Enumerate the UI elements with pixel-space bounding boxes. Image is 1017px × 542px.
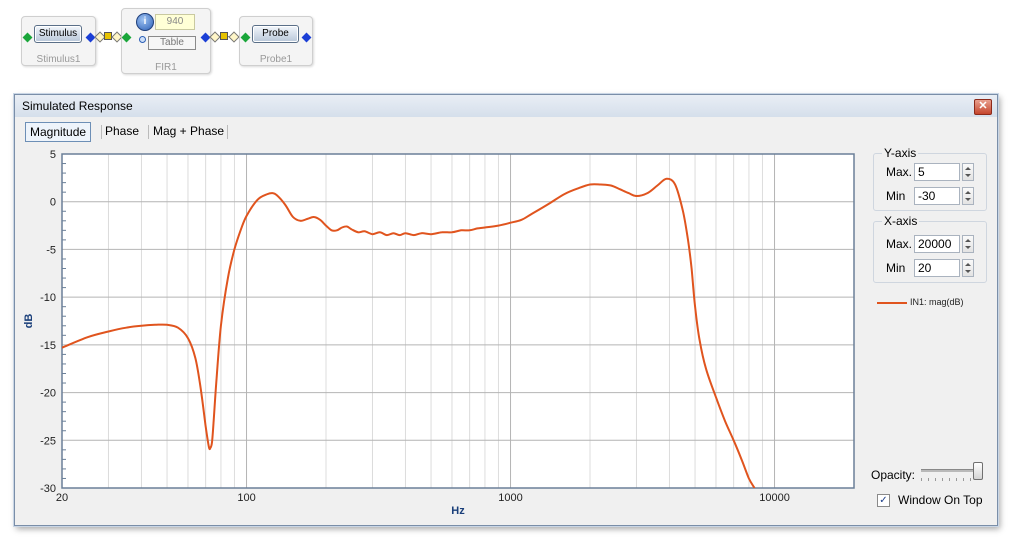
info-icon[interactable]: i: [136, 13, 154, 31]
y-tick-label: -10: [40, 292, 56, 304]
y-min-label: Min: [886, 189, 906, 203]
fir-value-field[interactable]: 940: [155, 14, 195, 30]
close-icon[interactable]: ✕: [974, 99, 992, 115]
legend-label: IN1: mag(dB): [910, 297, 964, 307]
x-max-input[interactable]: 20000: [914, 235, 960, 253]
y-axis-group-title: Y-axis: [882, 146, 919, 160]
legend-swatch: [877, 301, 907, 304]
probe-output-pin-icon[interactable]: [301, 32, 312, 43]
x-axis-group-title: X-axis: [882, 214, 920, 228]
opacity-label: Opacity:: [871, 468, 916, 482]
stimulus-block[interactable]: Stimulus Stimulus1: [21, 16, 96, 66]
y-tick-label: -20: [40, 388, 56, 400]
y-min-input[interactable]: -30: [914, 187, 960, 205]
window-titlebar[interactable]: Simulated Response ✕: [15, 95, 997, 117]
x-tick-label: 1000: [498, 492, 522, 504]
x-tick-label: 10000: [759, 492, 790, 504]
spin-up-icon[interactable]: [965, 263, 971, 266]
spin-down-icon[interactable]: [965, 246, 971, 249]
wire-connector-icon: [209, 31, 221, 43]
stimulus-button[interactable]: Stimulus: [34, 25, 82, 43]
y-axis-title: dB: [23, 314, 35, 329]
y-tick-label: -5: [46, 244, 56, 256]
fir-block[interactable]: i 940 Table FIR1: [121, 8, 211, 74]
spin-up-icon[interactable]: [965, 167, 971, 170]
simulated-response-window: Simulated Response ✕ Magnitude Phase Mag…: [14, 94, 998, 526]
window-on-top-label[interactable]: Window On Top: [898, 493, 983, 507]
y-min-spinner[interactable]: [962, 187, 974, 205]
window-on-top-checkbox[interactable]: ✓: [877, 494, 890, 507]
fir-table-button[interactable]: Table: [148, 36, 196, 50]
y-tick-label: 0: [50, 197, 56, 209]
wire-connector-icon: [228, 31, 240, 43]
fir-caption: FIR1: [155, 62, 177, 73]
opacity-slider-track[interactable]: [921, 469, 977, 472]
probe-caption: Probe1: [259, 54, 293, 65]
spin-down-icon[interactable]: [965, 270, 971, 273]
x-tick-label: 100: [237, 492, 255, 504]
x-axis-group: X-axis Max. 20000 Min 20: [873, 214, 987, 283]
spin-up-icon[interactable]: [965, 239, 971, 242]
x-max-spinner[interactable]: [962, 235, 974, 253]
x-min-spinner[interactable]: [962, 259, 974, 277]
probe-button[interactable]: Probe: [252, 25, 299, 43]
y-axis-group: Y-axis Max. 5 Min -30: [873, 146, 987, 211]
plot-area: [62, 154, 854, 488]
opacity-slider-ticks: [921, 478, 977, 481]
tab-mag-phase[interactable]: Mag + Phase: [149, 122, 228, 140]
x-min-label: Min: [886, 261, 906, 275]
y-max-spinner[interactable]: [962, 163, 974, 181]
spin-down-icon[interactable]: [965, 198, 971, 201]
tab-magnitude[interactable]: Magnitude: [25, 122, 92, 142]
x-tick-label: 20: [56, 492, 68, 504]
y-tick-label: -30: [40, 483, 56, 495]
stimulus-input-pin-icon[interactable]: [22, 32, 33, 43]
x-axis-title: Hz: [451, 505, 465, 517]
chart-legend: IN1: mag(dB): [877, 297, 964, 307]
x-max-label: Max.: [886, 237, 913, 251]
stimulus-caption: Stimulus1: [36, 54, 81, 65]
fir-input-pin-icon[interactable]: [121, 32, 132, 43]
wire-node-icon[interactable]: [220, 32, 228, 40]
probe-input-pin-icon[interactable]: [240, 32, 251, 43]
magnitude-chart[interactable]: 5 0 -5 -10 -15 -20 -25 -3020 100 1000 10000 Hz dB: [15, 145, 877, 520]
window-title: Simulated Response: [22, 99, 133, 113]
y-max-label: Max.: [886, 165, 913, 179]
tab-separator: [227, 125, 228, 139]
fir-dot-icon: [139, 36, 146, 43]
signal-flow: Stimulus Stimulus1 i 940 Table FIR1 Prob…: [0, 0, 1017, 80]
y-tick-label: 5: [50, 149, 56, 161]
x-min-input[interactable]: 20: [914, 259, 960, 277]
y-max-input[interactable]: 5: [914, 163, 960, 181]
tab-phase[interactable]: Phase: [101, 122, 143, 140]
opacity-slider-thumb[interactable]: [973, 462, 983, 480]
y-tick-label: -25: [40, 435, 56, 447]
spin-up-icon[interactable]: [965, 191, 971, 194]
spin-down-icon[interactable]: [965, 174, 971, 177]
probe-block[interactable]: Probe Probe1: [239, 16, 313, 66]
y-tick-label: -15: [40, 340, 56, 352]
